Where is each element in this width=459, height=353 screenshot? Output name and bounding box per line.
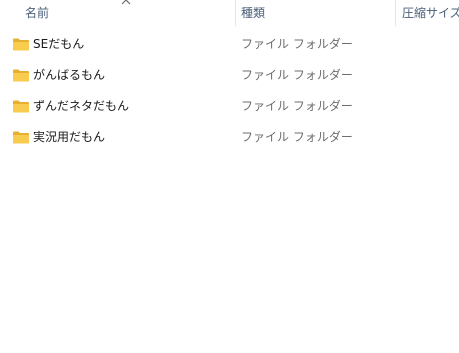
folder-icon [13,131,29,144]
file-list-row[interactable]: がんばるもん ファイル フォルダー [0,60,459,90]
file-type: ファイル フォルダー [241,68,353,82]
file-name[interactable]: SEだもん [33,29,84,59]
folder-icon [13,69,29,82]
folder-icon [13,38,29,51]
file-list-row[interactable]: 実況用だもん ファイル フォルダー [0,122,459,152]
column-header-type[interactable]: 種類 [241,0,265,26]
column-header-name[interactable]: 名前 [25,0,49,26]
file-name[interactable]: ずんだネタだもん [33,91,129,121]
sort-ascending-icon [121,0,131,5]
file-name[interactable]: がんばるもん [33,60,105,90]
column-separator[interactable] [235,0,236,26]
column-header-compressed-size[interactable]: 圧縮サイズ [402,0,459,26]
column-separator[interactable] [395,0,396,26]
file-list-row[interactable]: SEだもん ファイル フォルダー [0,29,459,59]
folder-icon [13,100,29,113]
file-type: ファイル フォルダー [241,130,353,144]
file-name[interactable]: 実況用だもん [33,122,105,152]
file-list-row[interactable]: ずんだネタだもん ファイル フォルダー [0,91,459,121]
column-header-bar: 名前 種類 圧縮サイズ [0,0,459,26]
file-type: ファイル フォルダー [241,37,353,51]
file-type: ファイル フォルダー [241,99,353,113]
